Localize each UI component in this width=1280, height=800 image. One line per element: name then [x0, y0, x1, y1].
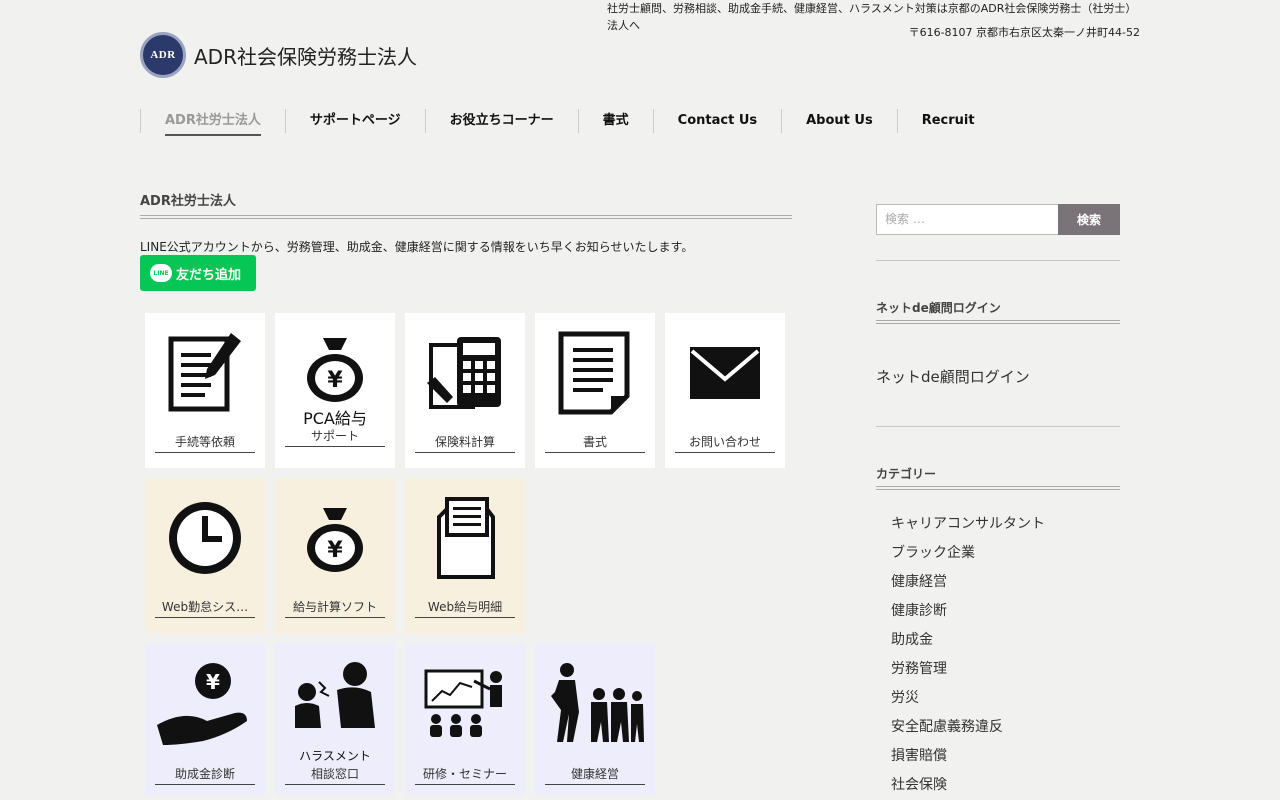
nav-item-forms[interactable]: 書式	[577, 109, 653, 133]
money-bag-icon: ¥	[275, 478, 395, 598]
svg-text:¥: ¥	[327, 368, 343, 393]
tile-forms[interactable]: 書式	[535, 313, 655, 468]
tile-subsidy-diagnosis[interactable]: ¥ 助成金診断	[145, 643, 265, 795]
nav-item-contact[interactable]: Contact Us	[652, 109, 781, 133]
category-item[interactable]: 損害賠償	[891, 746, 1045, 775]
seminar-presentation-icon	[405, 643, 525, 765]
main-nav: ADR社労士法人 サポートページ お役立ちコーナー 書式 Contact Us …	[140, 106, 999, 136]
pca-caption: PCA給与	[303, 409, 367, 428]
page-title: ADR社労士法人	[140, 190, 792, 219]
envelope-icon	[665, 313, 785, 433]
tile-training-seminar[interactable]: 研修・セミナー	[405, 643, 525, 795]
category-item[interactable]: 助成金	[891, 630, 1045, 659]
exercise-people-icon	[535, 643, 655, 765]
document-icon	[535, 313, 655, 433]
nav-item-adr[interactable]: ADR社労士法人	[140, 109, 285, 136]
tile-contact[interactable]: お問い合わせ	[665, 313, 785, 468]
category-item[interactable]: 労務管理	[891, 659, 1045, 688]
svg-text:¥: ¥	[206, 670, 220, 694]
logo-emblem-icon: ADR	[140, 32, 186, 78]
category-list: キャリアコンサルタント ブラック企業 健康経営 健康診断 助成金 労務管理 労災…	[891, 514, 1045, 800]
tile-pca-payroll-support[interactable]: ¥ PCA給与 サポート	[275, 313, 395, 468]
nav-item-useful-corner[interactable]: お役立ちコーナー	[424, 109, 578, 133]
money-bag-icon: ¥	[275, 313, 395, 405]
calculator-icon	[405, 313, 525, 433]
tile-insurance-calc[interactable]: 保険料計算	[405, 313, 525, 468]
search-input[interactable]: 検索 …	[876, 204, 1059, 235]
clock-icon	[145, 478, 265, 598]
nav-item-about[interactable]: About Us	[781, 109, 897, 133]
tile-harassment-consult[interactable]: ハラスメント 相談窓口	[275, 643, 395, 795]
tile-procedure-request[interactable]: 手続等依頼	[145, 313, 265, 468]
line-intro-text: LINE公式アカウントから、労務管理、助成金、健康経営に関する情報をいち早くお知…	[140, 240, 694, 254]
login-widget-title: ネットde顧問ログイン	[876, 299, 1120, 324]
tile-health-management[interactable]: 健康経営	[535, 643, 655, 795]
nav-item-recruit[interactable]: Recruit	[896, 109, 999, 133]
category-item[interactable]: 健康経営	[891, 572, 1045, 601]
category-item[interactable]: 労災	[891, 688, 1045, 717]
category-item[interactable]: 社会保険	[891, 775, 1045, 800]
site-title: ADR社会保険労務士法人	[194, 44, 417, 69]
search-button[interactable]: 検索	[1058, 204, 1120, 235]
sidebar-divider	[876, 426, 1120, 427]
category-item[interactable]: 安全配慮義務違反	[891, 717, 1045, 746]
line-icon: LINE	[150, 264, 172, 282]
nav-item-support[interactable]: サポートページ	[284, 109, 425, 133]
tile-web-attendance[interactable]: Web勤怠シス…	[145, 478, 265, 633]
category-widget-title: カテゴリー	[876, 465, 1120, 490]
document-edit-icon	[145, 313, 265, 433]
login-link[interactable]: ネットde顧問ログイン	[876, 366, 1030, 387]
svg-text:¥: ¥	[327, 538, 343, 563]
harassment-caption: ハラスメント	[299, 749, 371, 763]
sidebar-divider	[876, 260, 1120, 261]
payslip-envelope-icon	[405, 478, 525, 598]
hand-yen-icon: ¥	[145, 643, 265, 765]
tile-web-payslip[interactable]: Web給与明細	[405, 478, 525, 633]
site-logo[interactable]: ADR ADR社会保険労務士法人	[140, 32, 417, 78]
header-address: 〒616-8107 京都市右京区太秦一ノ井町44-52	[908, 26, 1140, 39]
category-item[interactable]: キャリアコンサルタント	[891, 514, 1045, 543]
tile-payroll-software[interactable]: ¥ 給与計算ソフト	[275, 478, 395, 633]
harassment-people-icon	[275, 643, 395, 747]
category-item[interactable]: 健康診断	[891, 601, 1045, 630]
category-item[interactable]: ブラック企業	[891, 543, 1045, 572]
line-add-friend-button[interactable]: LINE 友だち追加	[140, 255, 256, 291]
